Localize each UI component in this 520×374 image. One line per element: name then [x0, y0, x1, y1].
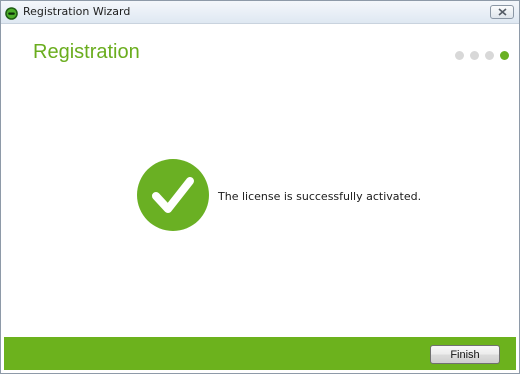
- checkmark-icon: [137, 159, 209, 231]
- step-dot-1: [455, 51, 464, 60]
- finish-button[interactable]: Finish: [430, 345, 500, 364]
- step-dot-4-active: [500, 51, 509, 60]
- step-indicator: [455, 51, 509, 60]
- status-message: The license is successfully activated.: [218, 190, 422, 203]
- step-dot-3: [485, 51, 494, 60]
- close-button[interactable]: [490, 5, 514, 19]
- title-bar[interactable]: Registration Wizard: [1, 1, 519, 24]
- window-title: Registration Wizard: [23, 5, 131, 18]
- close-icon: [498, 8, 507, 16]
- registration-wizard-window: Registration Wizard Registration The lic…: [0, 0, 520, 374]
- step-dot-2: [470, 51, 479, 60]
- footer-bar: Finish: [4, 337, 516, 370]
- shield-app-icon: [5, 5, 18, 20]
- page-title: Registration: [33, 41, 140, 63]
